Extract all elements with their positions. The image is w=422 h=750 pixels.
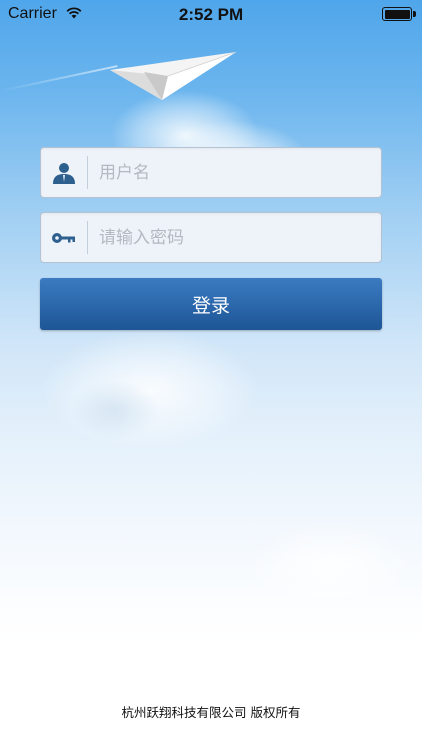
cloud-decoration bbox=[250, 520, 410, 610]
field-divider bbox=[87, 221, 88, 254]
contrail-decoration bbox=[0, 65, 118, 92]
username-input[interactable] bbox=[99, 148, 369, 197]
cloud-decoration bbox=[40, 330, 260, 450]
password-input[interactable] bbox=[99, 213, 369, 262]
status-bar: Carrier 2:52 PM bbox=[0, 0, 422, 30]
battery-tip bbox=[413, 11, 416, 17]
battery-icon bbox=[382, 7, 412, 21]
field-divider bbox=[87, 156, 88, 189]
login-button[interactable]: 登录 bbox=[40, 278, 382, 330]
copyright-footer: 杭州跃翔科技有限公司 版权所有 bbox=[121, 705, 301, 720]
password-field[interactable] bbox=[40, 212, 382, 263]
username-field[interactable] bbox=[40, 147, 382, 198]
key-icon bbox=[41, 213, 87, 262]
clock: 2:52 PM bbox=[178, 5, 244, 24]
user-icon bbox=[41, 148, 87, 197]
paper-plane-icon bbox=[110, 51, 237, 100]
cloud-shadow-decoration bbox=[70, 380, 160, 440]
